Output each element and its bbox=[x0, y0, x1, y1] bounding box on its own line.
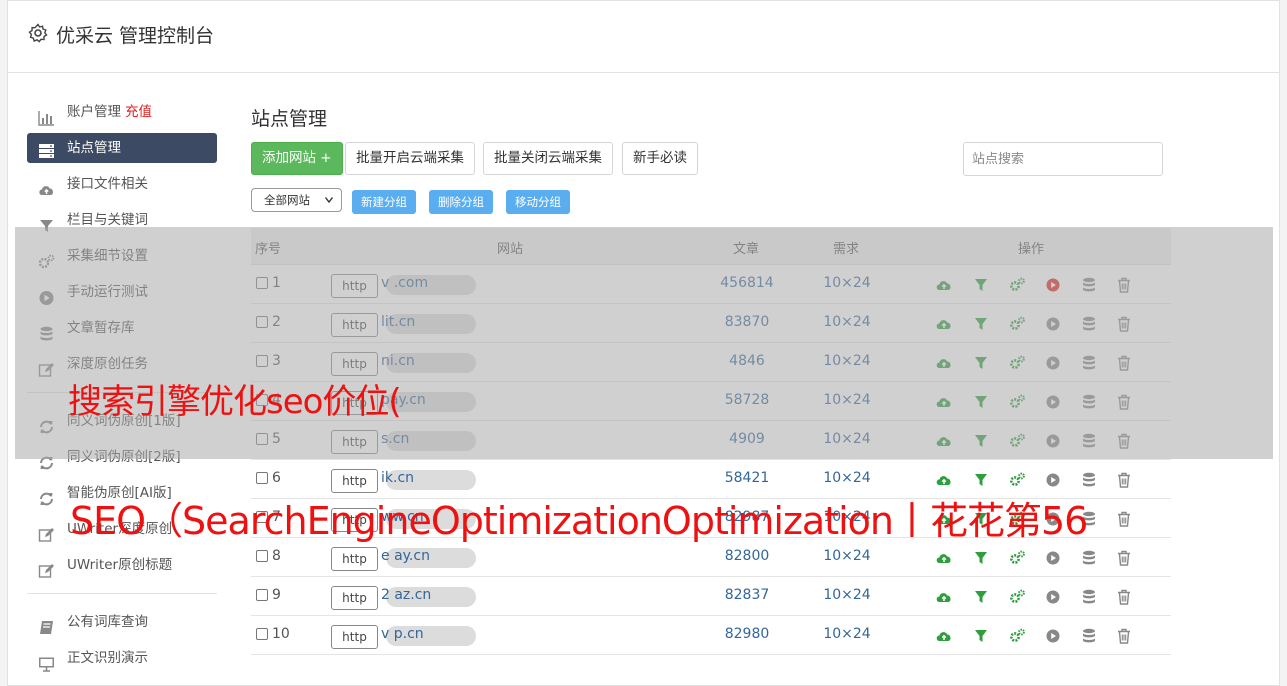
gear-icon bbox=[28, 23, 48, 43]
site-link[interactable]: ik.cn bbox=[381, 470, 414, 486]
header: 优采云 管理控制台 bbox=[8, 1, 1279, 73]
sidebar-item-c-1[interactable]: 正文识别演示 bbox=[27, 640, 217, 676]
row-index: 9 bbox=[272, 587, 281, 603]
protocol-badge[interactable]: http bbox=[331, 586, 378, 610]
demand-value[interactable]: 10×24 bbox=[816, 626, 878, 642]
database-icon[interactable] bbox=[1080, 627, 1098, 645]
cloud-upload-icon[interactable] bbox=[935, 471, 953, 489]
trash-icon[interactable] bbox=[1115, 549, 1133, 567]
play-circle-icon[interactable] bbox=[1044, 471, 1062, 489]
article-count[interactable]: 82800 bbox=[711, 548, 783, 564]
database-icon[interactable] bbox=[1080, 471, 1098, 489]
sidebar-item-label: 公有词库查询 bbox=[67, 614, 148, 630]
row-actions bbox=[935, 588, 1135, 606]
database-icon[interactable] bbox=[1080, 588, 1098, 606]
sidebar-item-label: 接口文件相关 bbox=[67, 176, 148, 192]
filter-icon[interactable] bbox=[972, 627, 990, 645]
sidebar-item-c-0[interactable]: 公有词库查询 bbox=[27, 604, 217, 640]
add-site-button[interactable]: 添加网站 + bbox=[251, 142, 343, 175]
article-count[interactable]: 82980 bbox=[711, 626, 783, 642]
cloud-upload-icon[interactable] bbox=[935, 627, 953, 645]
sidebar-item-label: UWriter原创标题 bbox=[67, 557, 173, 573]
sidebar-item-label: 栏目与关键词 bbox=[67, 212, 148, 228]
sidebar-divider bbox=[27, 593, 217, 594]
filter-icon[interactable] bbox=[972, 549, 990, 567]
demand-value[interactable]: 10×24 bbox=[816, 548, 878, 564]
table-row: 10 http v p.cn 82980 10×24 bbox=[251, 616, 1171, 655]
article-count[interactable]: 82837 bbox=[711, 587, 783, 603]
batch-close-cloud-button[interactable]: 批量关闭云端采集 bbox=[483, 142, 613, 175]
cloud-upload-icon bbox=[38, 176, 55, 195]
watermark-overlay bbox=[15, 227, 1273, 459]
row-index: 10 bbox=[272, 626, 290, 642]
watermark-text-2: SEO（SearchEngineOptimizationOptimization… bbox=[70, 499, 1088, 543]
sidebar-item-label: 站点管理 bbox=[67, 140, 121, 156]
row-checkbox[interactable] bbox=[256, 550, 268, 562]
play-circle-icon[interactable] bbox=[1044, 627, 1062, 645]
row-checkbox[interactable] bbox=[256, 472, 268, 484]
filter-icon[interactable] bbox=[972, 471, 990, 489]
cloud-upload-icon[interactable] bbox=[935, 588, 953, 606]
play-circle-icon[interactable] bbox=[1044, 588, 1062, 606]
row-actions bbox=[935, 471, 1135, 489]
book-icon bbox=[38, 614, 55, 634]
sidebar-item-a-1[interactable]: 站点管理 bbox=[27, 133, 217, 163]
row-checkbox[interactable] bbox=[256, 589, 268, 601]
row-index: 6 bbox=[272, 470, 281, 486]
server-icon bbox=[38, 140, 55, 158]
gears-icon[interactable] bbox=[1008, 549, 1026, 567]
row-actions bbox=[935, 549, 1135, 567]
delete-group-button[interactable]: 删除分组 bbox=[429, 190, 493, 214]
trash-icon[interactable] bbox=[1115, 627, 1133, 645]
site-search-input[interactable] bbox=[963, 142, 1163, 176]
sidebar-item-b-4[interactable]: UWriter原创标题 bbox=[27, 547, 217, 583]
protocol-badge[interactable]: http bbox=[331, 547, 378, 571]
group-select[interactable]: 全部网站 bbox=[251, 188, 342, 212]
page-title: 站点管理 bbox=[251, 108, 328, 130]
trash-icon[interactable] bbox=[1115, 510, 1133, 528]
monitor-icon bbox=[38, 650, 55, 672]
edit-icon bbox=[38, 521, 55, 542]
watermark-text-1: 搜索引擎优化seo价位( bbox=[68, 382, 402, 422]
recharge-link[interactable]: 充值 bbox=[125, 104, 152, 120]
protocol-badge[interactable]: http bbox=[331, 625, 378, 649]
sidebar-item-label: 正文识别演示 bbox=[67, 650, 148, 666]
row-actions bbox=[935, 627, 1135, 645]
edit-icon bbox=[38, 557, 55, 578]
cloud-upload-icon[interactable] bbox=[935, 549, 953, 567]
batch-open-cloud-button[interactable]: 批量开启云端采集 bbox=[345, 142, 475, 175]
row-checkbox[interactable] bbox=[256, 628, 268, 640]
sidebar-item-a-0[interactable]: 账户管理 充值 bbox=[27, 94, 217, 130]
gears-icon[interactable] bbox=[1008, 588, 1026, 606]
gears-icon[interactable] bbox=[1008, 471, 1026, 489]
guide-button[interactable]: 新手必读 bbox=[622, 142, 698, 175]
new-group-button[interactable]: 新建分组 bbox=[352, 190, 416, 214]
gears-icon[interactable] bbox=[1008, 627, 1026, 645]
trash-icon[interactable] bbox=[1115, 471, 1133, 489]
demand-value[interactable]: 10×24 bbox=[816, 587, 878, 603]
group-select-value: 全部网站 bbox=[264, 193, 310, 207]
move-group-button[interactable]: 移动分组 bbox=[506, 190, 570, 214]
bar-chart-icon bbox=[38, 104, 55, 126]
row-index: 8 bbox=[272, 548, 281, 564]
site-link[interactable]: v p.cn bbox=[381, 626, 424, 642]
site-link[interactable]: 2 az.cn bbox=[381, 587, 431, 603]
trash-icon[interactable] bbox=[1115, 588, 1133, 606]
sidebar-item-a-2[interactable]: 接口文件相关 bbox=[27, 166, 217, 202]
demand-value[interactable]: 10×24 bbox=[816, 470, 878, 486]
article-count[interactable]: 58421 bbox=[711, 470, 783, 486]
filter-icon[interactable] bbox=[972, 588, 990, 606]
database-icon[interactable] bbox=[1080, 549, 1098, 567]
table-row: 9 http 2 az.cn 82837 10×24 bbox=[251, 577, 1171, 616]
page-header-title: 优采云 管理控制台 bbox=[56, 25, 215, 47]
site-link[interactable]: e ay.cn bbox=[381, 548, 430, 564]
chevron-down-icon bbox=[325, 197, 333, 203]
filter-icon bbox=[38, 212, 55, 232]
sidebar-item-label: 账户管理 bbox=[67, 104, 121, 120]
refresh-icon bbox=[38, 485, 55, 506]
play-circle-icon[interactable] bbox=[1044, 549, 1062, 567]
